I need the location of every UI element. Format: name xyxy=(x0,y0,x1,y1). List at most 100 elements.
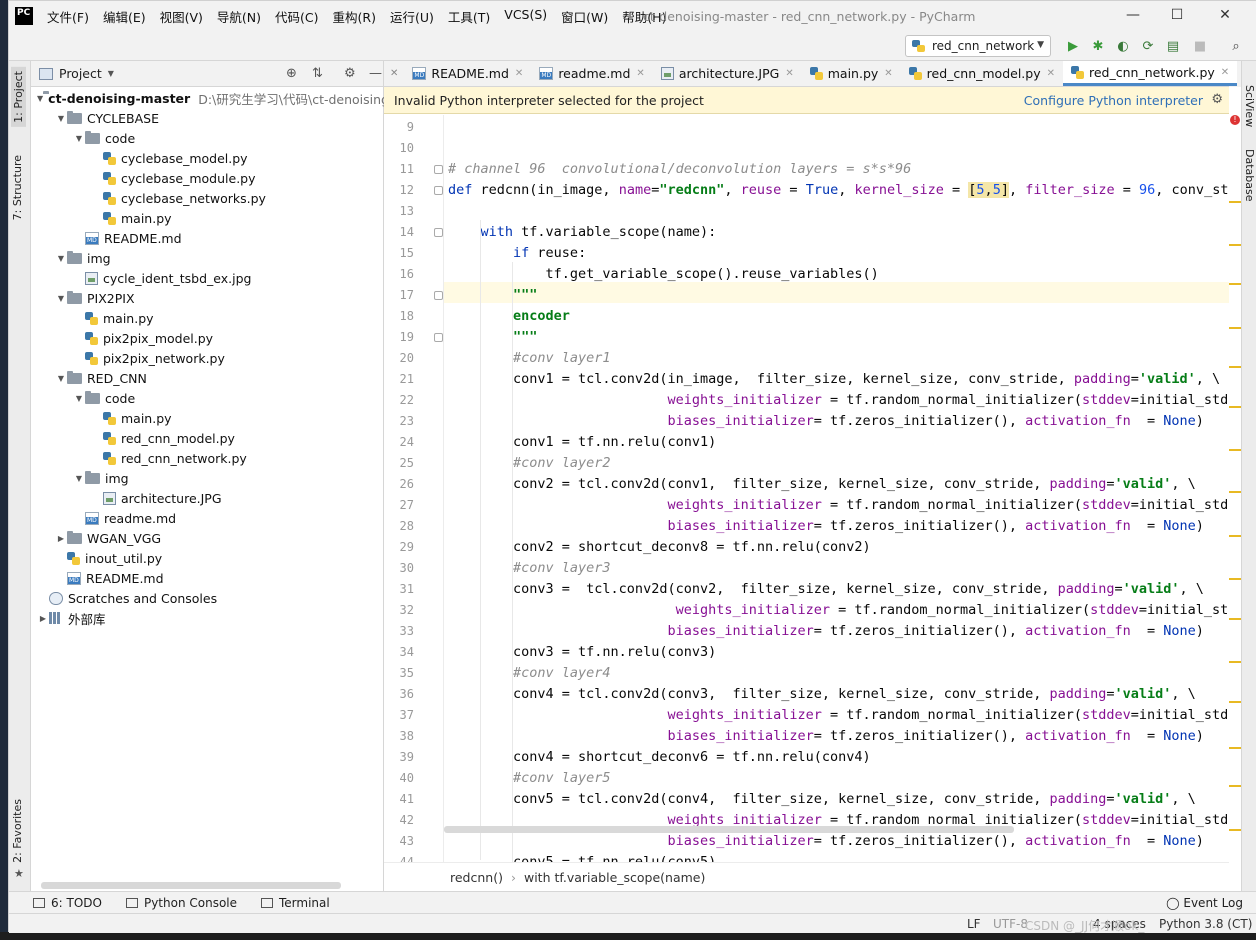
tree-item[interactable]: ▶ 外部库 xyxy=(31,608,384,628)
tree-item[interactable]: ▼ img xyxy=(31,248,384,268)
expanded-arrow-icon[interactable]: ▼ xyxy=(37,94,43,103)
warning-mark[interactable] xyxy=(1229,535,1241,537)
stop-icon[interactable]: ■ xyxy=(1191,37,1209,55)
collapsed-arrow-icon[interactable]: ▶ xyxy=(37,614,49,623)
collapsed-arrow-icon[interactable]: ▶ xyxy=(55,534,67,543)
tree-item[interactable]: ▼ code xyxy=(31,128,384,148)
editor-tab[interactable]: README.md ✕ xyxy=(404,61,531,86)
close-icon[interactable]: ✕ xyxy=(1221,67,1229,78)
close-icon[interactable]: ✕ xyxy=(1047,68,1055,79)
warning-mark[interactable] xyxy=(1229,406,1241,408)
warning-mark[interactable] xyxy=(1229,366,1241,368)
tree-item[interactable]: inout_util.py xyxy=(31,548,384,568)
tab-close-left-icon[interactable]: ✕ xyxy=(384,61,404,86)
locate-file-icon[interactable]: ⊕ xyxy=(286,66,297,81)
hide-panel-icon[interactable]: — xyxy=(369,66,382,81)
fold-marker-icon[interactable] xyxy=(434,186,443,195)
editor-tab[interactable]: red_cnn_model.py ✕ xyxy=(901,61,1063,86)
menu-item[interactable]: 视图(V) xyxy=(160,7,203,26)
expanded-arrow-icon[interactable]: ▼ xyxy=(55,294,67,303)
tree-item[interactable]: cyclebase_networks.py xyxy=(31,188,384,208)
warning-mark[interactable] xyxy=(1229,327,1241,329)
tree-item[interactable]: cyclebase_model.py xyxy=(31,148,384,168)
warning-mark[interactable] xyxy=(1229,201,1241,203)
close-icon[interactable]: ✕ xyxy=(884,68,892,79)
tab-favorites-tool[interactable]: 2: Favorites xyxy=(11,799,24,863)
tab-project-tool[interactable]: 1: Project xyxy=(11,67,26,127)
expanded-arrow-icon[interactable]: ▼ xyxy=(73,134,85,143)
event-log-button[interactable]: ◯ Event Log xyxy=(1166,896,1243,910)
editor-tab[interactable]: readme.md ✕ xyxy=(531,61,653,86)
tree-item[interactable]: red_cnn_model.py xyxy=(31,428,384,448)
debug-icon[interactable]: ✱ xyxy=(1089,37,1107,55)
warning-mark[interactable] xyxy=(1229,491,1241,493)
fold-marker-icon[interactable] xyxy=(434,333,443,342)
tree-item[interactable]: ▼ RED_CNN xyxy=(31,368,384,388)
tab-database-tool[interactable]: Database xyxy=(1243,149,1256,202)
fold-marker-icon[interactable] xyxy=(434,228,443,237)
breadcrumb-item[interactable]: with tf.variable_scope(name) xyxy=(524,870,705,885)
line-separator-status[interactable]: LF xyxy=(967,917,981,931)
collapse-all-icon[interactable]: ⇅ xyxy=(312,66,323,81)
menu-item[interactable]: 运行(U) xyxy=(390,7,434,26)
close-icon[interactable]: ✕ xyxy=(785,68,793,79)
run-config-selector[interactable]: red_cnn_network ▼ xyxy=(905,35,1051,57)
editor-tab[interactable]: main.py ✕ xyxy=(802,61,901,86)
menu-item[interactable]: 工具(T) xyxy=(448,7,490,26)
close-icon[interactable]: ✕ xyxy=(636,68,644,79)
tree-item[interactable]: ▼ PIX2PIX xyxy=(31,288,384,308)
breadcrumb-item[interactable]: redcnn() xyxy=(450,870,503,885)
tree-item[interactable]: pix2pix_model.py xyxy=(31,328,384,348)
tree-item[interactable]: Scratches and Consoles xyxy=(31,588,384,608)
warning-mark[interactable] xyxy=(1229,785,1241,787)
menu-item[interactable]: VCS(S) xyxy=(504,7,547,26)
project-panel-title[interactable]: Project xyxy=(59,66,102,81)
tree-item[interactable]: README.md xyxy=(31,568,384,588)
expanded-arrow-icon[interactable]: ▼ xyxy=(55,254,67,263)
warning-mark[interactable] xyxy=(1229,747,1241,749)
configure-interpreter-link[interactable]: Configure Python interpreter xyxy=(1024,93,1203,108)
menu-item[interactable]: 窗口(W) xyxy=(561,7,608,26)
concurrency-icon[interactable]: ▤ xyxy=(1164,37,1182,55)
bottom-tool-button[interactable]: Python Console xyxy=(125,896,237,910)
warning-mark[interactable] xyxy=(1229,829,1241,831)
interpreter-status[interactable]: Python 3.8 (CT) xyxy=(1159,917,1252,931)
code-editor[interactable]: 9 10 11 12 13 14 15 16 17 18 19 20 21 22 23 24 25 26 27 28 2… xyxy=(384,115,1229,862)
error-stripe[interactable]: ! xyxy=(1229,87,1241,891)
warning-mark[interactable] xyxy=(1229,701,1241,703)
tree-item[interactable]: cycle_ident_tsbd_ex.jpg xyxy=(31,268,384,288)
expanded-arrow-icon[interactable]: ▼ xyxy=(55,374,67,383)
editor-tab[interactable]: architecture.JPG ✕ xyxy=(653,61,802,86)
tree-item[interactable]: pix2pix_network.py xyxy=(31,348,384,368)
bottom-tool-button[interactable]: 6: TODO xyxy=(33,896,102,910)
tree-item[interactable]: red_cnn_network.py xyxy=(31,448,384,468)
bottom-tool-button[interactable]: Terminal xyxy=(261,896,330,910)
menu-item[interactable]: 代码(C) xyxy=(275,7,318,26)
warning-mark[interactable] xyxy=(1229,449,1241,451)
encoding-status[interactable]: UTF-8 xyxy=(993,917,1028,931)
editor-horizontal-scrollbar[interactable] xyxy=(444,826,1014,833)
warning-mark[interactable] xyxy=(1229,618,1241,620)
tree-item[interactable]: ▶ WGAN_VGG xyxy=(31,528,384,548)
project-horizontal-scrollbar[interactable] xyxy=(41,882,341,889)
warning-mark[interactable] xyxy=(1229,661,1241,663)
tree-item[interactable]: main.py xyxy=(31,308,384,328)
search-everywhere-icon[interactable]: ⌕ xyxy=(1227,37,1245,55)
tree-item[interactable]: main.py xyxy=(31,408,384,428)
warning-mark[interactable] xyxy=(1229,578,1241,580)
tree-item[interactable]: README.md xyxy=(31,228,384,248)
expanded-arrow-icon[interactable]: ▼ xyxy=(55,114,67,123)
expanded-arrow-icon[interactable]: ▼ xyxy=(73,394,85,403)
close-icon[interactable]: ✕ xyxy=(515,68,523,79)
tree-item[interactable]: ▼ CYCLEBASE xyxy=(31,108,384,128)
gear-icon[interactable]: ⚙ xyxy=(344,66,356,81)
tab-structure-tool[interactable]: 7: Structure xyxy=(11,155,24,220)
fold-marker-icon[interactable] xyxy=(434,165,443,174)
tree-item[interactable]: ▼ code xyxy=(31,388,384,408)
editor-tab[interactable]: red_cnn_network.py ✕ xyxy=(1063,61,1238,86)
chevron-down-icon[interactable]: ▼ xyxy=(108,69,114,78)
tree-item[interactable]: ▼ img xyxy=(31,468,384,488)
maximize-icon[interactable]: ☐ xyxy=(1167,7,1187,23)
minimize-icon[interactable]: — xyxy=(1123,7,1143,23)
warning-mark[interactable] xyxy=(1229,244,1241,246)
